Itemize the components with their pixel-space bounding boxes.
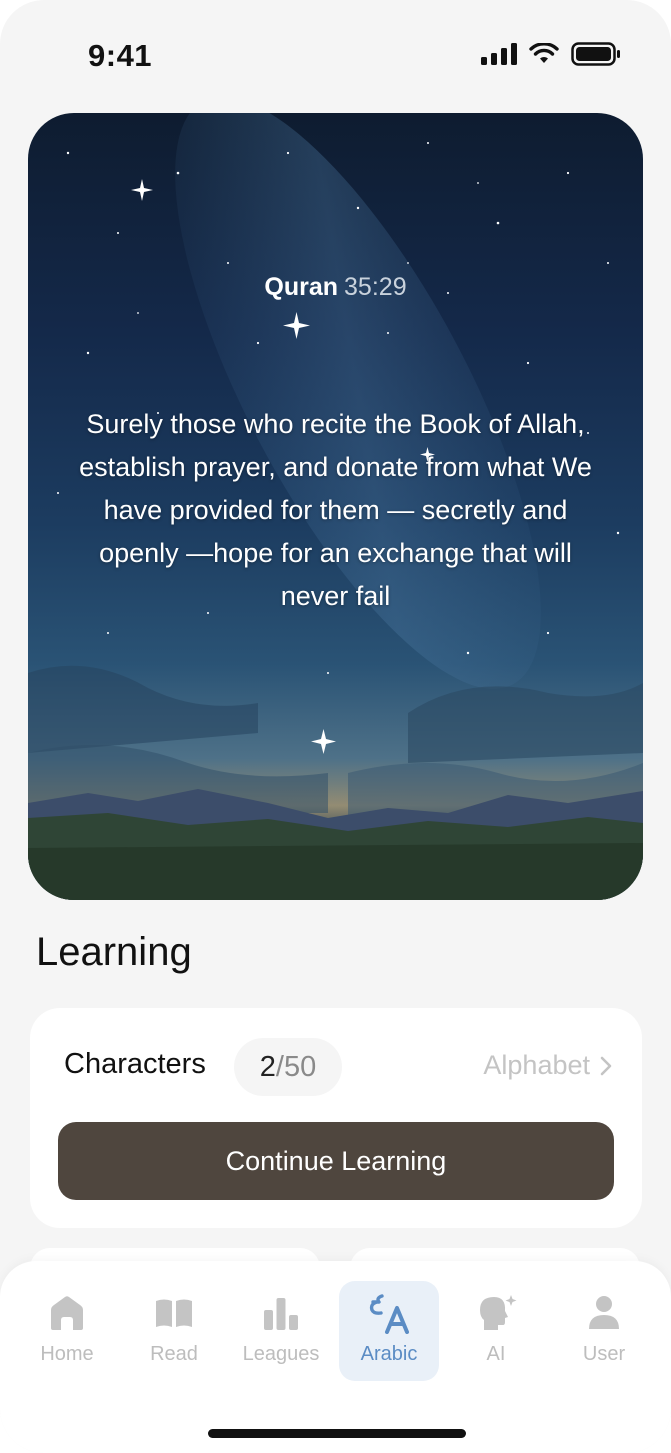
book-icon bbox=[151, 1293, 197, 1333]
translate-icon bbox=[366, 1293, 412, 1334]
status-bar: 9:41 bbox=[0, 0, 671, 110]
phone-screen: 9:41 Quran 35:29 Surely those who recite… bbox=[0, 0, 671, 1453]
tab-home[interactable]: Home bbox=[17, 1281, 117, 1381]
continue-learning-button[interactable]: Continue Learning bbox=[58, 1122, 614, 1200]
tab-label: User bbox=[582, 1343, 626, 1365]
tab-arabic[interactable]: Arabic bbox=[339, 1281, 439, 1381]
status-time: 9:41 bbox=[88, 38, 153, 73]
verse-number: 35:29 bbox=[344, 273, 407, 301]
battery-icon bbox=[571, 42, 620, 66]
verse-card[interactable]: Quran 35:29 Surely those who recite the B… bbox=[28, 113, 643, 900]
home-indicator bbox=[208, 1429, 466, 1438]
tab-ai[interactable]: AI bbox=[446, 1281, 546, 1381]
tab-label: Arabic bbox=[360, 1343, 418, 1365]
tab-bar: Home Read Leagues Arabic AI User bbox=[0, 1261, 671, 1453]
tab-label: AI bbox=[486, 1343, 506, 1365]
tab-label: Leagues bbox=[242, 1343, 320, 1365]
tab-label: Home bbox=[40, 1343, 94, 1365]
cellular-signal-icon bbox=[481, 43, 517, 65]
ai-head-icon bbox=[473, 1293, 519, 1333]
wifi-icon bbox=[529, 43, 559, 63]
tab-label: Read bbox=[150, 1343, 198, 1365]
house-icon bbox=[44, 1293, 90, 1333]
verse-reference: Quran 35:29 bbox=[28, 273, 643, 302]
alphabet-link-label: Alphabet bbox=[483, 1050, 590, 1080]
progress-current: 2 bbox=[259, 1050, 276, 1083]
tab-read[interactable]: Read bbox=[124, 1281, 224, 1381]
progress-badge: 2/50 bbox=[234, 1038, 342, 1096]
tab-leagues[interactable]: Leagues bbox=[231, 1281, 331, 1381]
tab-user[interactable]: User bbox=[554, 1281, 654, 1381]
status-icons bbox=[481, 42, 621, 66]
bar-chart-icon bbox=[258, 1293, 304, 1333]
alphabet-link[interactable]: Alphabet bbox=[483, 1050, 612, 1081]
person-icon bbox=[581, 1293, 627, 1333]
verse-text: Surely those who recite the Book of Alla… bbox=[79, 409, 592, 611]
learning-card: Characters 2/50 Alphabet Continue Learni… bbox=[30, 1008, 642, 1228]
section-title: Learning bbox=[36, 930, 192, 974]
learning-card-title: Characters bbox=[64, 1048, 206, 1080]
chevron-right-icon bbox=[600, 1056, 612, 1075]
verse-source: Quran bbox=[264, 273, 339, 301]
progress-total: /50 bbox=[275, 1050, 317, 1083]
